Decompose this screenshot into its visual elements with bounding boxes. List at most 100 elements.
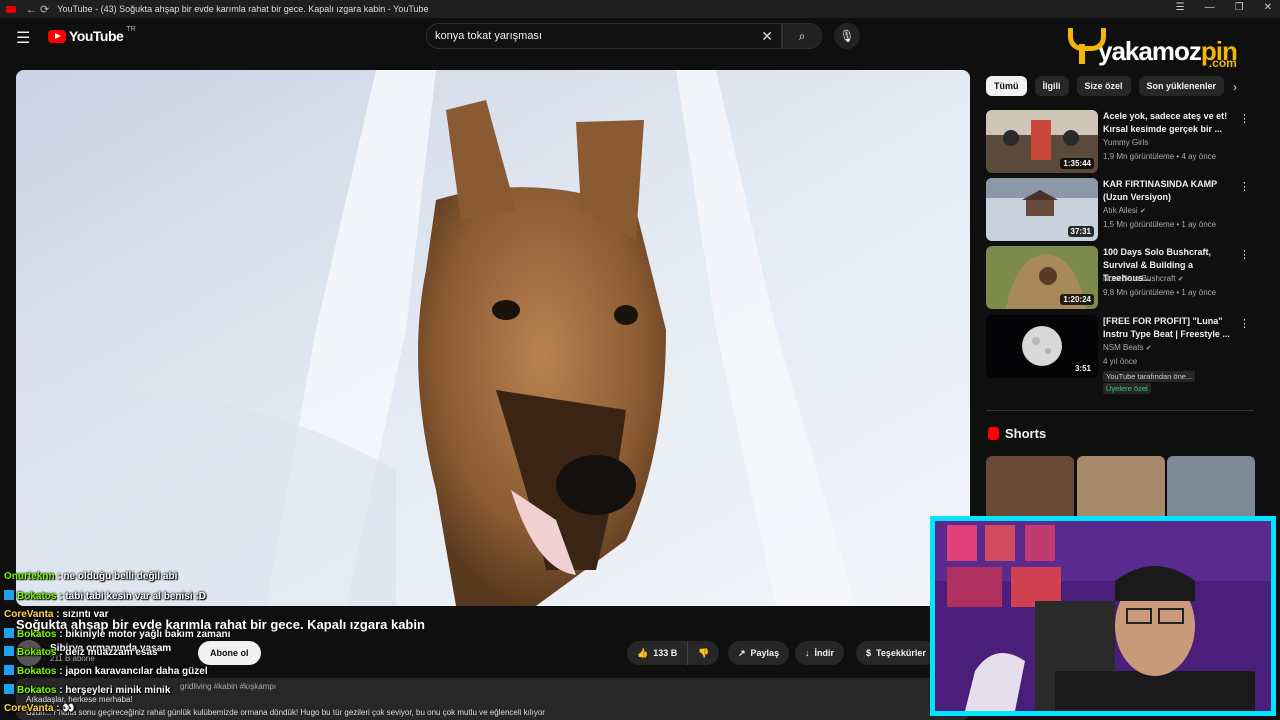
- chat-message: CoreVanta : sızıntı var: [4, 609, 109, 620]
- download-label: İndir: [814, 648, 835, 658]
- video-frame-dog-in-snow: [16, 70, 970, 606]
- more-options-icon[interactable]: ⋮: [1239, 180, 1250, 193]
- browser-nav-icons[interactable]: ← ⟳: [26, 3, 49, 16]
- more-options-icon[interactable]: ⋮: [1239, 112, 1250, 125]
- video-title[interactable]: [FREE FOR PROFIT] "Luna" Instru Type Bea…: [1103, 315, 1238, 341]
- verified-icon: ✔: [1177, 276, 1184, 283]
- chat-message: CoreVanta : 👀: [4, 703, 75, 714]
- search-input[interactable]: konya tokat yarışması ✕: [426, 23, 782, 49]
- chat-message: Onurteknn : ne olduğu belli değil abi: [4, 571, 178, 582]
- chip-related[interactable]: İlgili: [1034, 76, 1069, 96]
- video-thumbnail[interactable]: 1:35:44: [986, 110, 1098, 173]
- description-line: Uzun... r hafta sonu geçireceğiniz rahat…: [26, 708, 545, 717]
- video-stats: 9,8 Mn görüntüleme • 1 ay önce: [1103, 288, 1217, 297]
- video-duration: 1:35:44: [1060, 158, 1094, 169]
- like-button[interactable]: 👍 133 B: [627, 641, 689, 665]
- twitch-icon: [4, 590, 14, 600]
- video-stats: 1,5 Mn görüntüleme • 1 ay önce: [1103, 220, 1217, 229]
- mic-icon: 🎙: [839, 29, 855, 43]
- window-title: YouTube - (43) Soğukta ahşap bir evde ka…: [57, 4, 429, 14]
- chat-message: Bokatos : deiz muazzam esas: [4, 646, 158, 658]
- webcam-image: [935, 521, 1271, 711]
- thanks-label: Teşekkürler: [876, 648, 926, 658]
- video-stats: 4 yıl önce: [1103, 357, 1138, 366]
- share-icon: ↗: [738, 647, 746, 658]
- brand-dotcom: .com: [1208, 56, 1237, 70]
- thanks-button[interactable]: $ Teşekkürler: [856, 641, 936, 665]
- chip-recent[interactable]: Son yüklenenler: [1138, 76, 1225, 96]
- like-dislike-group: 👍 133 B 👎: [627, 641, 720, 665]
- video-player[interactable]: [16, 70, 970, 606]
- recommendation-item[interactable]: 1:20:24 100 Days Solo Bushcraft, Surviva…: [986, 246, 1254, 310]
- chat-message: Bokatos : japon karavancılar daha güzel: [4, 665, 208, 677]
- twitch-icon: [4, 646, 14, 656]
- clear-search-icon[interactable]: ✕: [761, 28, 773, 45]
- video-stats: 1,9 Mn görüntüleme • 4 ay önce: [1103, 152, 1217, 161]
- video-duration: 3:51: [1071, 363, 1094, 374]
- video-thumbnail[interactable]: 37:31: [986, 178, 1098, 241]
- verified-icon: ✔: [1139, 208, 1146, 215]
- divider: [986, 410, 1254, 411]
- youtube-logo[interactable]: YouTube TR: [48, 26, 136, 44]
- streamer-webcam: [930, 516, 1276, 716]
- twitch-icon: [4, 684, 14, 694]
- thumbs-up-icon: 👍: [637, 647, 649, 658]
- voice-search-button[interactable]: 🎙: [834, 23, 860, 49]
- chat-message: Bokatos : herşeyleri minik minik: [4, 684, 170, 696]
- recommendation-item[interactable]: 3:51 [FREE FOR PROFIT] "Luna" Instru Typ…: [986, 315, 1254, 395]
- share-button[interactable]: ↗ Paylaş: [728, 641, 790, 665]
- youtube-play-icon: [48, 29, 66, 43]
- close-icon[interactable]: ✕: [1264, 2, 1272, 13]
- shorts-heading-label: Shorts: [1005, 426, 1047, 441]
- search-button[interactable]: ⌕: [782, 23, 822, 49]
- chip-all[interactable]: Tümü: [986, 76, 1027, 96]
- description-line: Arkadaşlar, herkese merhaba!: [26, 695, 133, 704]
- minimize-icon[interactable]: —: [1205, 2, 1215, 13]
- search-icon: ⌕: [798, 28, 806, 43]
- chip-for-you[interactable]: Size özel: [1076, 76, 1131, 96]
- recommendation-item[interactable]: 37:31 KAR FIRTINASINDA KAMP (Uzun Versiy…: [986, 178, 1254, 242]
- maximize-icon[interactable]: ❐: [1235, 2, 1244, 13]
- youtube-wordmark: YouTube: [69, 28, 124, 44]
- shorts-heading: Shorts: [988, 426, 1046, 441]
- chat-message: Bokatos : bikiniyle motor yağlı bakım za…: [4, 628, 230, 640]
- download-button[interactable]: ↓ İndir: [795, 641, 844, 665]
- twitch-icon: [4, 665, 14, 675]
- video-duration: 1:20:24: [1060, 294, 1094, 305]
- window-titlebar: ← ⟳ YouTube - (43) Soğukta ahşap bir evd…: [0, 0, 1280, 18]
- more-options-icon[interactable]: ⋮: [1239, 317, 1250, 330]
- video-title[interactable]: Acele yok, sadece ateş ve et! Kırsal kes…: [1103, 110, 1238, 136]
- video-thumbnail[interactable]: 1:20:24: [986, 246, 1098, 309]
- channel-name[interactable]: NSM Beats ✔: [1103, 343, 1152, 352]
- verified-icon: ✔: [1145, 345, 1152, 352]
- download-icon: ↓: [805, 648, 810, 658]
- hamburger-icon[interactable]: ☰: [1176, 2, 1185, 13]
- window-controls: ☰ — ❐ ✕: [1176, 2, 1272, 13]
- brand-logo-icon: [1066, 26, 1098, 66]
- channel-name[interactable]: Noru Saru Bushcraft ✔: [1103, 274, 1184, 283]
- channel-name[interactable]: Yummy Girls: [1103, 138, 1148, 147]
- short-thumbnail[interactable]: [1167, 456, 1255, 516]
- dislike-button[interactable]: 👎: [688, 641, 720, 665]
- subscribe-button[interactable]: Abone ol: [198, 641, 261, 665]
- like-count: 133 B: [653, 648, 678, 658]
- members-only-badge: Üyelere özel: [1103, 383, 1151, 394]
- youtube-tab-icon: [6, 5, 16, 13]
- featured-badge: YouTube tarafından öne...: [1103, 371, 1196, 382]
- video-duration: 37:31: [1067, 226, 1094, 237]
- menu-icon[interactable]: ☰: [16, 28, 30, 48]
- filter-chips: Tümü İlgili Size özel Son yüklenenler: [986, 76, 1225, 96]
- short-thumbnail[interactable]: [1077, 456, 1165, 516]
- country-code: TR: [126, 26, 136, 33]
- thumbs-down-icon: 👎: [698, 647, 710, 658]
- masthead: ☰ YouTube TR konya tokat yarışması ✕ ⌕ 🎙…: [0, 18, 1280, 70]
- search-value: konya tokat yarışması: [435, 30, 542, 42]
- chat-message: Bokatos : tabi tabi kesin var al benisi …: [4, 590, 206, 602]
- chevron-right-icon[interactable]: ›: [1233, 80, 1237, 94]
- short-thumbnail[interactable]: [986, 456, 1074, 516]
- video-thumbnail[interactable]: 3:51: [986, 315, 1098, 378]
- recommendation-item[interactable]: 1:35:44 Acele yok, sadece ateş ve et! Kı…: [986, 110, 1254, 174]
- video-title[interactable]: KAR FIRTINASINDA KAMP (Uzun Versiyon): [1103, 178, 1238, 204]
- channel-name[interactable]: Atık Ailesi ✔: [1103, 206, 1146, 215]
- more-options-icon[interactable]: ⋮: [1239, 248, 1250, 261]
